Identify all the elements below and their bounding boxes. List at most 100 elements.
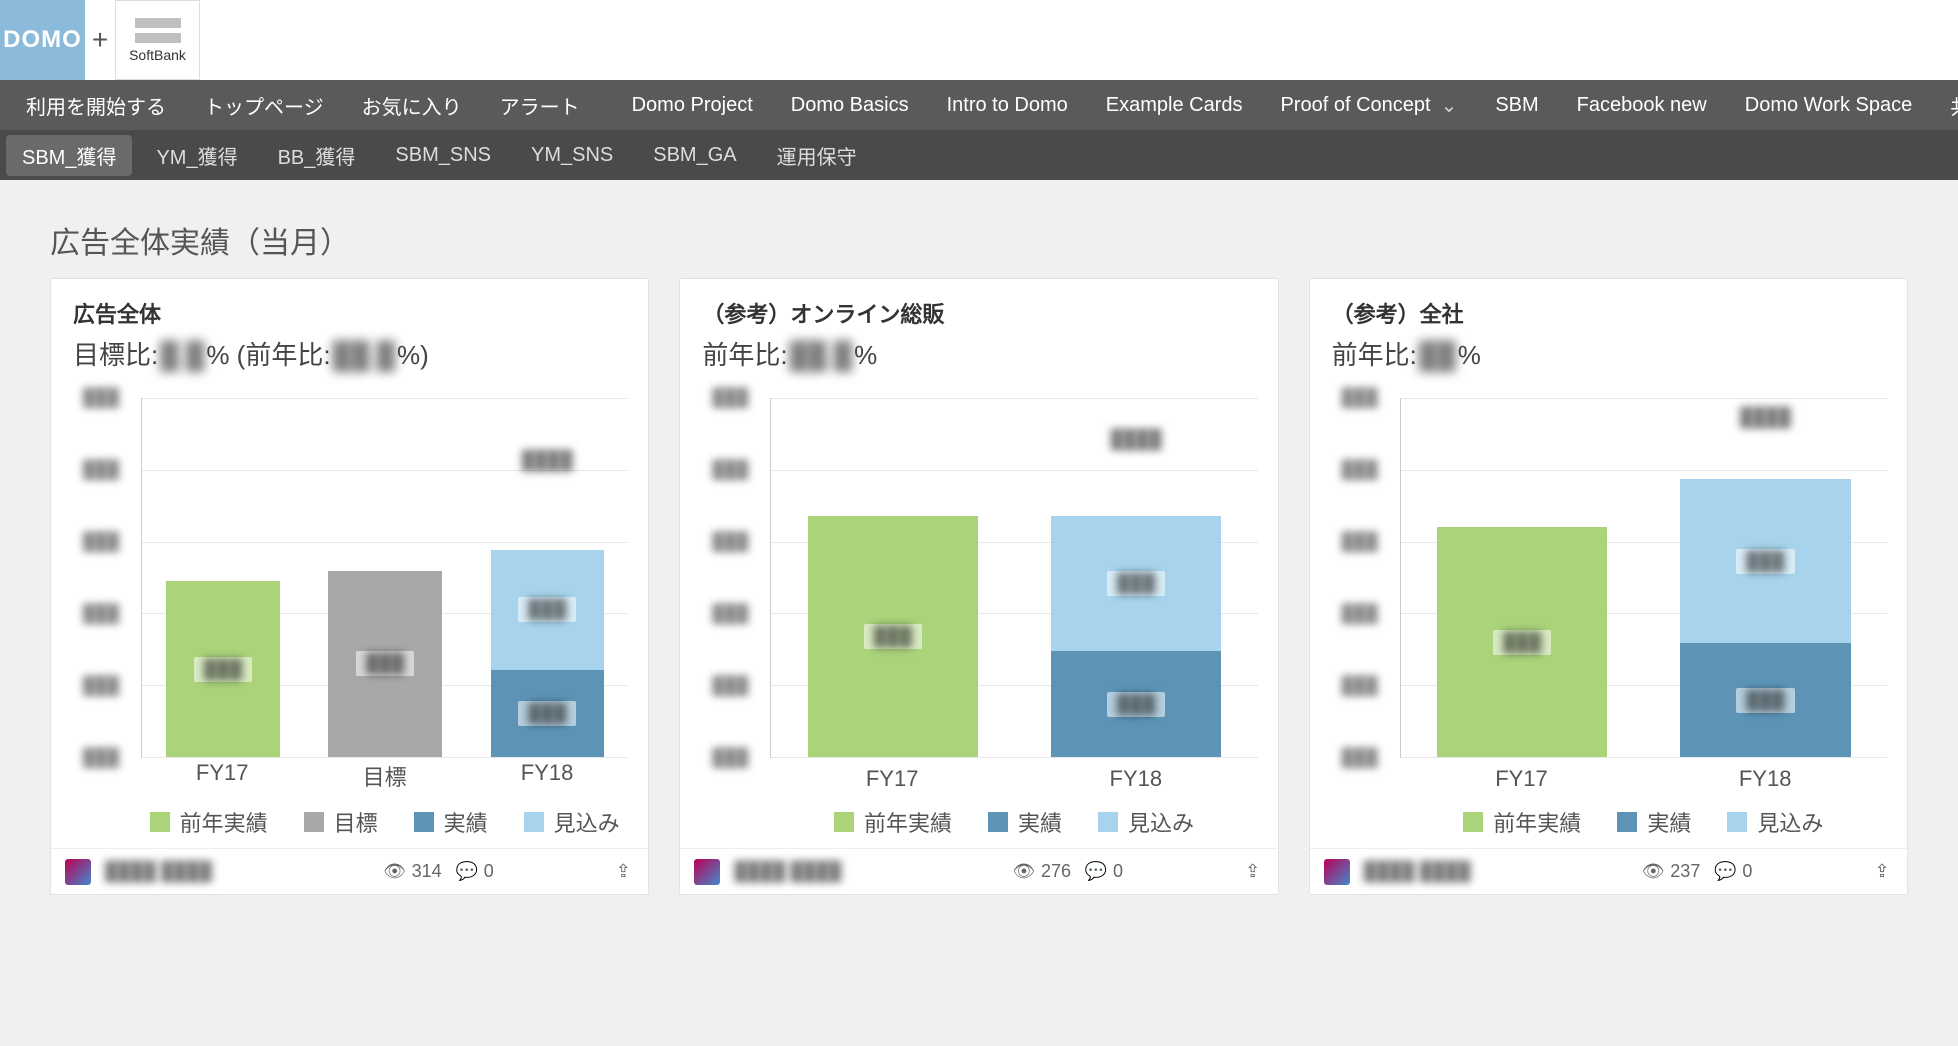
tab-YM_獲得[interactable]: YM_獲得 <box>140 135 253 176</box>
bar-FY18[interactable]: ██████████ <box>491 484 604 757</box>
y-tick: ███ <box>680 604 758 624</box>
x-category-label: FY18 <box>466 760 628 792</box>
legend-item-前年実績[interactable]: 前年実績 <box>1463 806 1581 838</box>
comment-icon: 💬 <box>1714 861 1736 883</box>
owner-avatar[interactable] <box>694 859 720 885</box>
nav-start[interactable]: 利用を開始する <box>8 80 184 130</box>
top-brand-bar: DOMO + SoftBank <box>0 0 1958 80</box>
bar-segment-実績: ███ <box>1051 651 1221 757</box>
bar-total-label: ████ <box>1111 429 1162 450</box>
legend-label: 実績 <box>444 806 488 838</box>
owner-name[interactable]: ████ ████ <box>1364 861 1524 882</box>
views-count: 276 <box>1041 861 1071 882</box>
legend-item-前年実績[interactable]: 前年実績 <box>150 806 268 838</box>
bar-total-label: ████ <box>522 450 573 471</box>
legend-swatch-icon <box>414 812 434 832</box>
nav-alerts[interactable]: アラート <box>482 80 598 130</box>
tab-YM_SNS[interactable]: YM_SNS <box>515 138 629 173</box>
legend-item-見込み[interactable]: 見込み <box>1098 806 1194 838</box>
share-icon[interactable]: ⇪ <box>1242 861 1264 883</box>
tab-BB_獲得[interactable]: BB_獲得 <box>262 135 372 176</box>
legend-item-実績[interactable]: 実績 <box>988 806 1062 838</box>
views-metric: 👁237 <box>1642 861 1700 883</box>
plus-icon: + <box>85 24 115 56</box>
share-icon[interactable]: ⇪ <box>612 861 634 883</box>
legend-swatch-icon <box>150 812 170 832</box>
card-title: （参考）オンライン総販 <box>702 297 1255 329</box>
legend-label: 目標 <box>334 806 378 838</box>
owner-name[interactable]: ████ ████ <box>105 861 265 882</box>
legend-item-実績[interactable]: 実績 <box>414 806 488 838</box>
chart: ███████████████████████████████FY17FY18前… <box>680 378 1277 848</box>
tab-SBM_獲得[interactable]: SBM_獲得 <box>6 135 132 176</box>
comment-icon: 💬 <box>456 861 478 883</box>
x-category-label: FY17 <box>141 760 303 792</box>
y-tick: ███ <box>51 604 129 624</box>
legend-item-目標[interactable]: 目標 <box>304 806 378 838</box>
owner-avatar[interactable] <box>65 859 91 885</box>
comments-count: 0 <box>1113 861 1123 882</box>
bar-FY17[interactable]: ███ <box>166 506 279 757</box>
nav-domo-project[interactable]: Domo Project <box>614 80 771 130</box>
nav-domo-basics[interactable]: Domo Basics <box>773 80 927 130</box>
segment-value-label: ███ <box>1493 630 1551 655</box>
legend-item-前年実績[interactable]: 前年実績 <box>834 806 952 838</box>
card-subtitle: 前年比:██.█% <box>702 335 1255 372</box>
comments-metric[interactable]: 💬0 <box>456 861 494 883</box>
nav-share[interactable]: 共有用 <box>1932 80 1958 130</box>
bar-FY18[interactable]: ██████████ <box>1051 463 1221 757</box>
legend-label: 見込み <box>1128 806 1194 838</box>
nav-example-cards[interactable]: Example Cards <box>1088 80 1261 130</box>
nav-favorites[interactable]: お気に入り <box>344 80 480 130</box>
y-tick: ███ <box>51 460 129 480</box>
nav-sbm[interactable]: SBM <box>1477 80 1556 130</box>
card-1[interactable]: （参考）オンライン総販前年比:██.█%████████████████████… <box>679 278 1278 895</box>
tab-SBM_SNS[interactable]: SBM_SNS <box>379 138 507 173</box>
segment-value-label: ███ <box>356 651 414 676</box>
legend-swatch-icon <box>1098 812 1118 832</box>
cards-row: 広告全体目標比:█.█% (前年比:██.█%)████████████████… <box>50 278 1908 895</box>
softbank-logo: SoftBank <box>115 0 200 80</box>
card-2[interactable]: （参考）全社前年比:██%███████████████████████████… <box>1309 278 1908 895</box>
y-tick: ███ <box>1310 604 1388 624</box>
comment-icon: 💬 <box>1085 861 1107 883</box>
y-tick: ███ <box>51 748 129 768</box>
bar-FY17[interactable]: ███ <box>1437 470 1607 757</box>
legend-item-見込み[interactable]: 見込み <box>1727 806 1823 838</box>
card-title: 広告全体 <box>73 297 626 329</box>
legend-item-見込み[interactable]: 見込み <box>524 806 620 838</box>
tab-SBM_GA[interactable]: SBM_GA <box>637 138 752 173</box>
segment-value-label: ███ <box>1107 571 1165 596</box>
owner-name[interactable]: ████ ████ <box>734 861 894 882</box>
comments-metric[interactable]: 💬0 <box>1085 861 1123 883</box>
segment-value-label: ███ <box>1107 692 1165 717</box>
bar-FY18[interactable]: ██████████ <box>1680 441 1850 757</box>
bar-segment-見込み: ███ <box>491 550 604 670</box>
legend-swatch-icon <box>1463 812 1483 832</box>
segment-value-label: ███ <box>194 657 252 682</box>
owner-avatar[interactable] <box>1324 859 1350 885</box>
share-icon[interactable]: ⇪ <box>1871 861 1893 883</box>
legend-item-実績[interactable]: 実績 <box>1617 806 1691 838</box>
legend-label: 実績 <box>1647 806 1691 838</box>
x-category-label: 目標 <box>303 760 465 792</box>
softbank-bars-icon <box>135 18 181 43</box>
nav-facebook-new[interactable]: Facebook new <box>1559 80 1725 130</box>
legend-label: 見込み <box>554 806 620 838</box>
legend-swatch-icon <box>834 812 854 832</box>
card-footer: ████ ████👁237💬0⇪ <box>1310 848 1907 894</box>
nav-domo-work-space[interactable]: Domo Work Space <box>1727 80 1930 130</box>
bar-segment-実績: ███ <box>1680 643 1850 757</box>
nav-top-page[interactable]: トップページ <box>186 80 342 130</box>
comments-metric[interactable]: 💬0 <box>1714 861 1752 883</box>
tab-運用保守[interactable]: 運用保守 <box>761 135 873 176</box>
nav-intro-to-domo[interactable]: Intro to Domo <box>929 80 1086 130</box>
legend-label: 前年実績 <box>180 806 268 838</box>
y-tick: ███ <box>680 388 758 408</box>
card-0[interactable]: 広告全体目標比:█.█% (前年比:██.█%)████████████████… <box>50 278 649 895</box>
nav-proof-of-concept[interactable]: Proof of Concept ⌄ <box>1262 80 1475 130</box>
comments-count: 0 <box>1742 861 1752 882</box>
bar-FY17[interactable]: ███ <box>808 463 978 757</box>
chart-legend: 前年実績 実績 見込み <box>1400 802 1887 848</box>
bar-目標[interactable]: ███ <box>328 499 441 757</box>
